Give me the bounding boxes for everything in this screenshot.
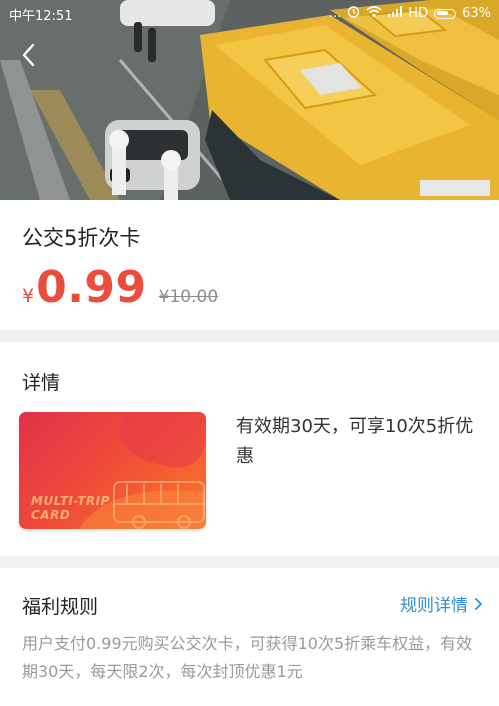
card-image: MULTI-TRIP CARD: [19, 412, 206, 529]
rules-text: 用户支付0.99元购买公交次卡，可获得10次5折乘车权益，有效期30天，每天限2…: [22, 634, 473, 681]
rules-details-label: 规则详情: [400, 596, 468, 616]
battery-level: 63%: [462, 6, 491, 21]
back-button[interactable]: [16, 42, 42, 68]
details-heading: 详情: [22, 372, 61, 394]
rules-details-link[interactable]: 规则详情: [400, 591, 483, 616]
original-price: ¥10.00: [158, 287, 219, 307]
network-type: HD: [408, 6, 429, 21]
status-time: 中午12:51: [9, 9, 73, 24]
battery-icon: [434, 8, 457, 19]
rules-heading: 福利规则: [22, 596, 99, 618]
status-icons: ... HD 63%: [329, 5, 491, 22]
sale-price: 0.99: [36, 262, 147, 313]
section-divider: [0, 556, 499, 568]
card-label: MULTI-TRIP CARD: [31, 494, 110, 522]
chevron-right-icon: [475, 597, 482, 610]
wifi-icon: [366, 5, 382, 22]
card-label-line2: CARD: [31, 508, 71, 522]
hero-image: [0, 0, 499, 200]
product-title: 公交5折次卡: [22, 226, 141, 250]
alarm-icon: [347, 5, 360, 22]
details-description: 有效期30天，可享10次5折优惠: [236, 416, 474, 467]
bus-photo: [0, 0, 499, 200]
chevron-left-icon: [22, 43, 35, 67]
card-label-line1: MULTI-TRIP: [31, 494, 110, 508]
price-row: ¥ 0.99 ¥10.00: [22, 262, 218, 313]
currency-symbol: ¥: [22, 285, 35, 307]
section-divider: [0, 330, 499, 342]
signal-icon: [388, 6, 403, 21]
status-bar: 中午12:51 ... HD 63%: [0, 0, 499, 26]
more-dots-icon: ...: [328, 6, 342, 21]
